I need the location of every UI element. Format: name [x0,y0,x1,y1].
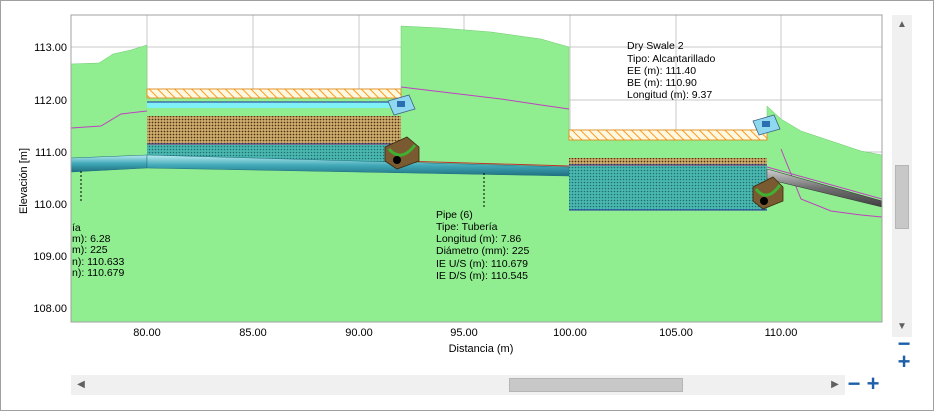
vertical-scroll-thumb[interactable] [895,165,909,229]
x-tick-label: 90.00 [345,327,373,339]
swale1-water [147,102,401,108]
y-tick-label: 111.00 [35,147,67,159]
x-tick-label: 95.00 [450,327,478,339]
y-tick-label: 113.00 [34,42,67,54]
left-tooltip-line: n): 110.679 [72,267,125,279]
profile-view-panel: 113.00 112.00 111.00 110.00 109.00 108.0… [0,0,934,411]
y-tick-label: 108.00 [33,303,67,315]
swale2-gravel [569,166,767,210]
x-axis-title: Distancia (m) [449,343,514,355]
pipe-tooltip-line: IE U/S (m): 110.679 [436,258,528,270]
swale-tooltip-line: Dry Swale 2 [627,40,684,52]
left-tooltip-line: m): 225 [72,244,108,256]
pipe-tooltip-line: IE D/S (m): 110.545 [436,270,528,282]
vertical-scrollbar[interactable]: ▲ ▼ [892,15,912,337]
scroll-up-arrow-icon[interactable]: ▲ [892,15,912,35]
pipe-tooltip-line: Longitud (m): 7.86 [436,233,521,245]
scroll-right-arrow-icon[interactable]: ▶ [825,375,845,395]
vertical-zoom-in-button[interactable]: + [896,351,912,373]
scroll-left-arrow-icon[interactable]: ◀ [71,375,91,395]
y-tick-label: 112.00 [34,95,67,107]
swale-tooltip-line: BE (m): 110.90 [627,77,697,89]
profile-plot: 113.00 112.00 111.00 110.00 109.00 108.0… [18,14,883,355]
horizontal-scrollbar[interactable]: ◀ ▶ [71,375,845,395]
y-tick-label: 110.00 [34,199,67,211]
swale1-media [147,116,401,145]
horizontal-zoom-in-button[interactable]: + [865,373,881,395]
swale-tooltip-line: EE (m): 111.40 [627,65,696,77]
x-tick-label: 85.00 [239,327,267,339]
swale-tooltip-line: Tipo: Alcantarillado [627,53,715,65]
swale-tooltip-line: Longitud (m): 9.37 [627,89,712,101]
x-tick-label: 110.00 [765,327,798,339]
y-tick-label: 109.00 [33,251,67,263]
x-tick-label: 80.00 [133,327,161,339]
swale1-hatch [146,88,402,99]
swale2-hatch [568,129,768,141]
pipe-tooltip-line: Diámetro (mm): 225 [436,245,530,257]
pipe-tooltip-line: Tipe: Tubería [436,221,498,233]
x-tick-label: 105.00 [659,327,693,339]
y-axis-title: Elevación [m] [18,148,30,214]
horizontal-zoom-out-button[interactable]: − [846,373,862,395]
horizontal-scroll-thumb[interactable] [509,378,683,392]
pipe-tooltip-line: Pipe (6) [436,209,473,221]
x-tick-label: 100.00 [553,327,587,339]
